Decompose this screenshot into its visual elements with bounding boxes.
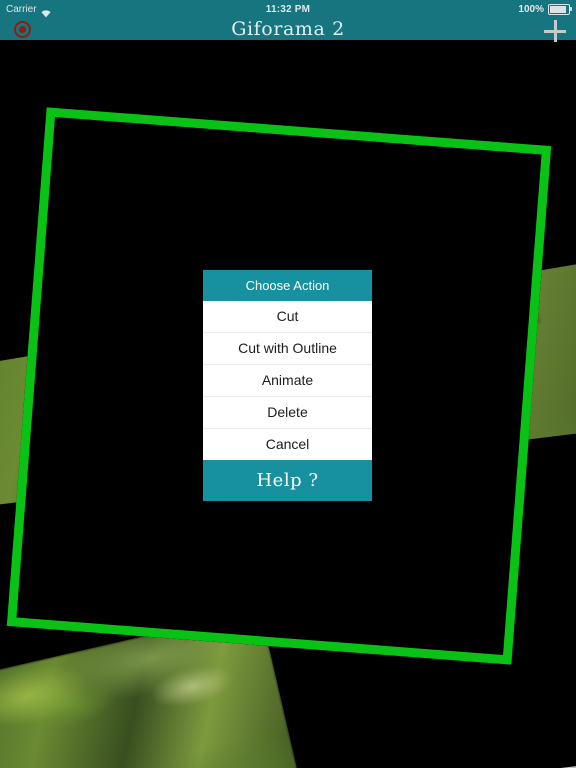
action-sheet[interactable]: Choose Action Cut Cut with Outline Anima… (203, 270, 372, 501)
action-item-cancel[interactable]: Cancel (203, 428, 372, 460)
action-sheet-items: Cut Cut with Outline Animate Delete Canc… (203, 301, 372, 460)
action-item-delete[interactable]: Delete (203, 396, 372, 428)
action-item-cut-with-outline[interactable]: Cut with Outline (203, 332, 372, 364)
action-item-animate[interactable]: Animate (203, 364, 372, 396)
page-title: Giforama 2 (231, 18, 345, 40)
help-button[interactable]: Help ? (203, 460, 372, 501)
action-item-cut[interactable]: Cut (203, 301, 372, 332)
battery-full-icon (548, 4, 572, 15)
app-root: Carrier 11:32 PM 100% Giforama 2 Choose … (0, 0, 576, 768)
plus-icon[interactable] (544, 20, 566, 42)
action-sheet-title: Choose Action (203, 270, 372, 301)
nav-bar: Giforama 2 (0, 18, 576, 42)
